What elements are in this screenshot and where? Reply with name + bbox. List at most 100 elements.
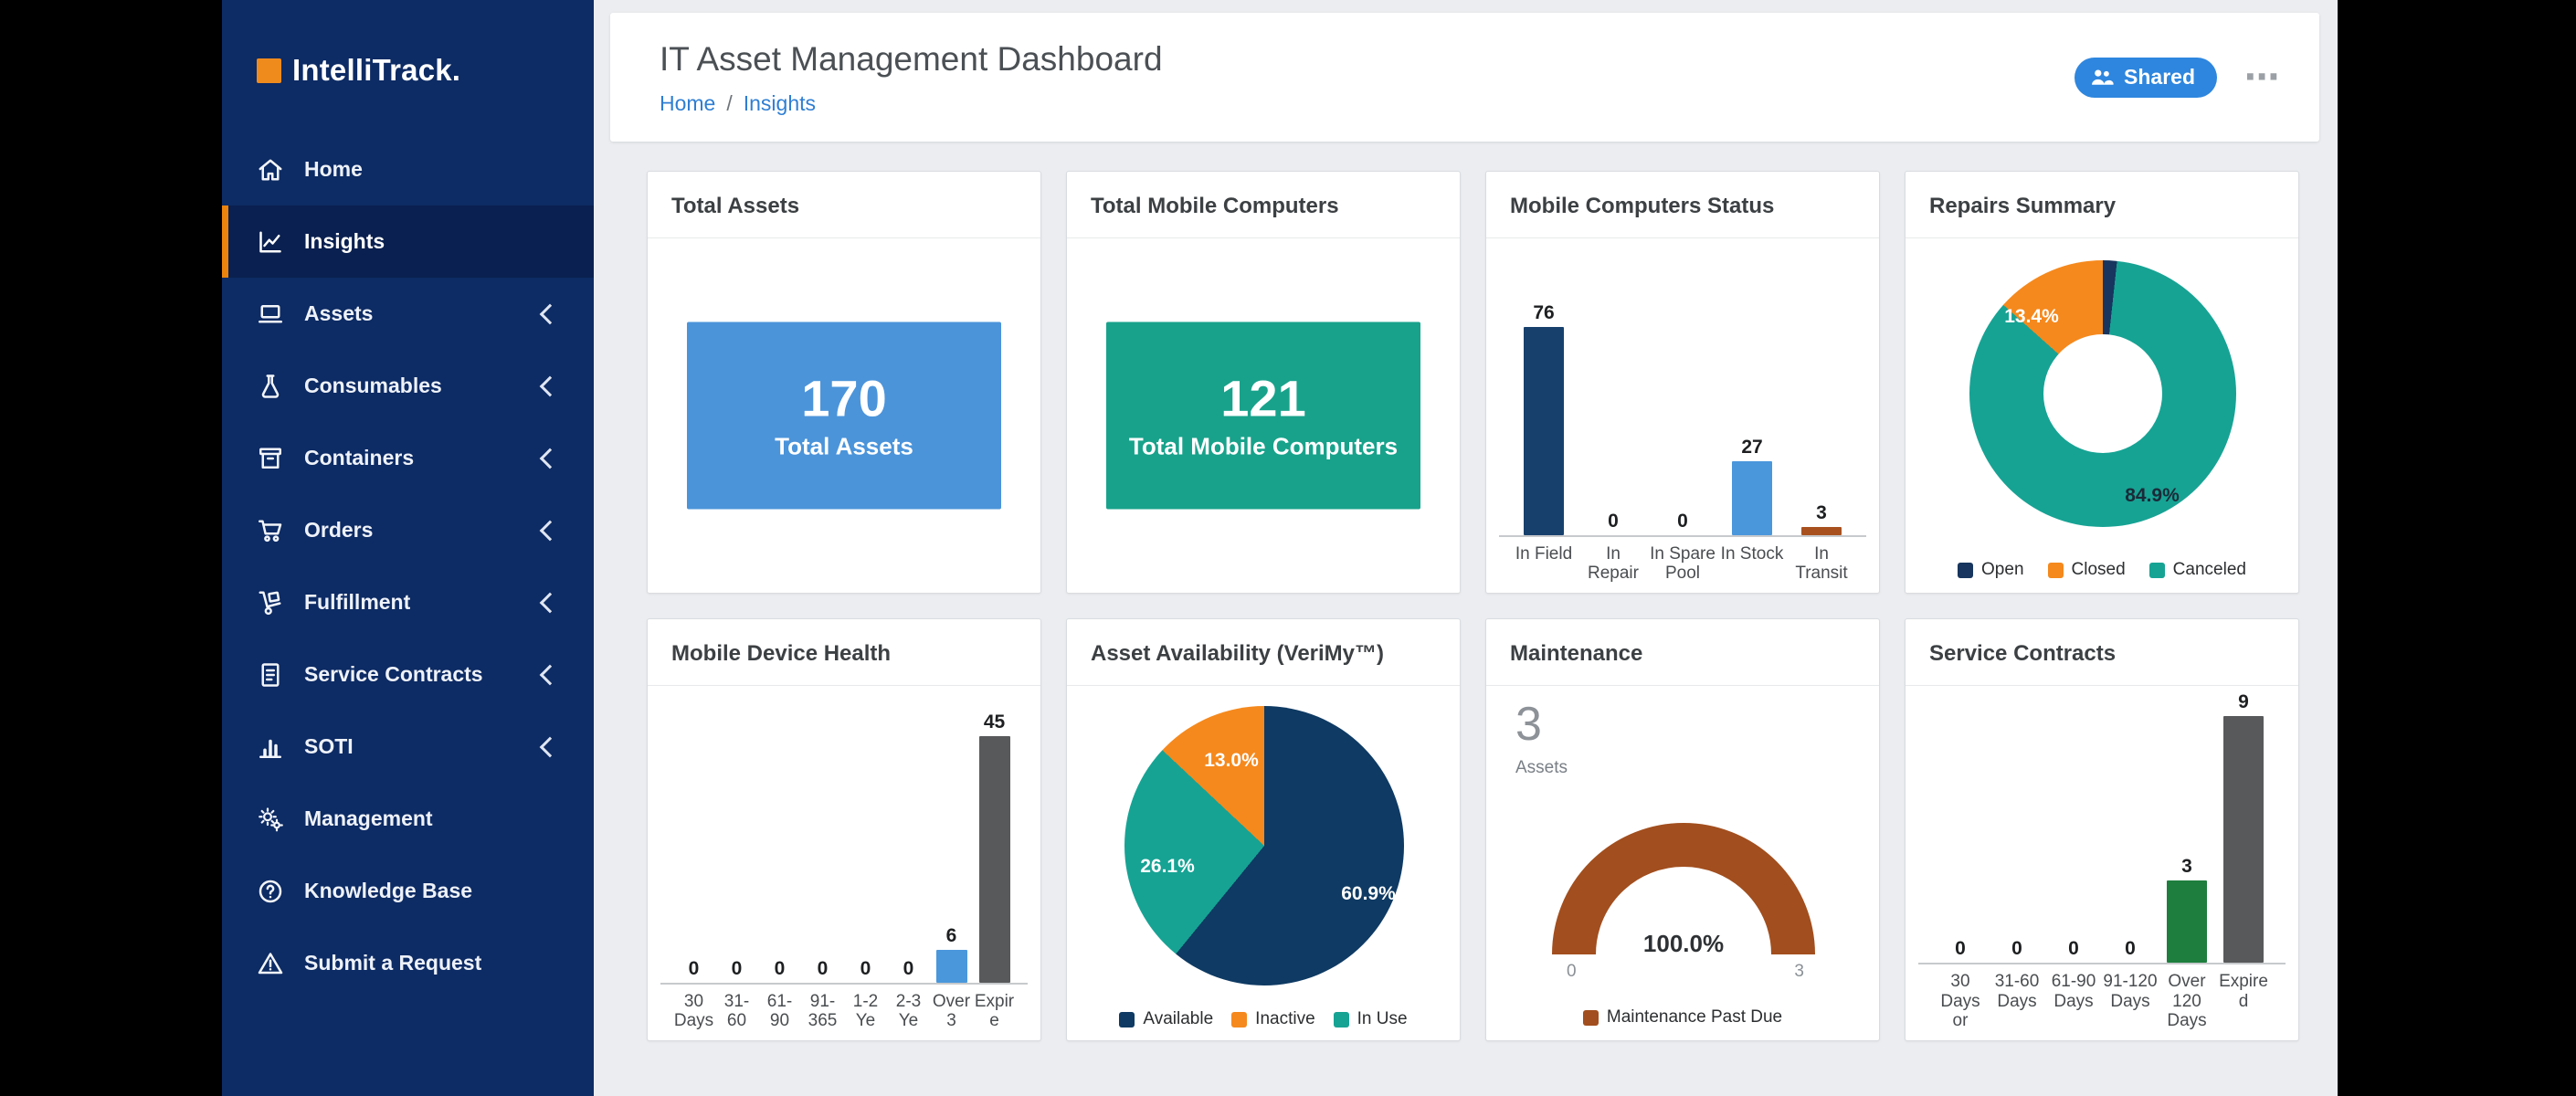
legend-item-closed[interactable]: Closed bbox=[2048, 560, 2126, 580]
bar-expired[interactable] bbox=[2223, 716, 2264, 963]
legend-label: Available bbox=[1143, 1009, 1213, 1029]
sidebar-item-label: Submit a Request bbox=[304, 951, 481, 975]
bar-value: 45 bbox=[984, 711, 1005, 733]
sidebar-item-submit-request[interactable]: Submit a Request bbox=[222, 927, 594, 999]
legend-label: Inactive bbox=[1255, 1009, 1314, 1029]
bar-over-120-days[interactable] bbox=[2167, 880, 2207, 963]
mobile-device-health-chart: 0 0 0 0 0 0 6 45 30 Days 31-60 61- bbox=[660, 709, 1028, 1031]
cart-icon bbox=[257, 517, 284, 544]
bar-in-transit[interactable] bbox=[1801, 527, 1842, 535]
breadcrumb: Home / Insights bbox=[660, 91, 2319, 116]
total-mobile-stat-box: 121 Total Mobile Computers bbox=[1106, 322, 1420, 510]
legend-swatch bbox=[1583, 1010, 1599, 1026]
maintenance-gauge[interactable]: 100.0% 0 3 bbox=[1552, 823, 1815, 954]
sidebar-item-fulfillment[interactable]: Fulfillment bbox=[222, 566, 594, 638]
repairs-donut-chart[interactable] bbox=[1969, 260, 2236, 527]
bar-value: 9 bbox=[2238, 691, 2249, 713]
dolly-icon bbox=[257, 589, 284, 616]
more-options-button[interactable]: ⋯ bbox=[2244, 68, 2279, 87]
x-axis-label: Over 3 bbox=[930, 985, 973, 1031]
bar-over-3[interactable] bbox=[936, 950, 967, 983]
shared-button-label: Shared bbox=[2124, 65, 2195, 90]
bar-value: 0 bbox=[2125, 938, 2136, 960]
people-icon bbox=[2089, 65, 2115, 90]
box-icon bbox=[257, 445, 284, 472]
total-assets-stat-box: 170 Total Assets bbox=[687, 322, 1001, 510]
bar-value: 27 bbox=[1741, 437, 1762, 458]
x-axis-label: In Field bbox=[1509, 537, 1578, 584]
legend-item-canceled[interactable]: Canceled bbox=[2149, 560, 2246, 580]
card-title: Total Mobile Computers bbox=[1067, 172, 1460, 238]
bar-expired[interactable] bbox=[979, 736, 1010, 983]
sidebar-item-assets[interactable]: Assets bbox=[222, 278, 594, 350]
maintenance-count-label: Assets bbox=[1515, 758, 1568, 778]
card-title: Asset Availability (VeriMy™) bbox=[1067, 619, 1460, 686]
legend-swatch bbox=[1231, 1012, 1247, 1028]
bar-in-field[interactable] bbox=[1524, 327, 1564, 535]
service-contracts-chart: 0 0 0 0 3 9 30 Days or 31-60 Days 61-90 … bbox=[1918, 689, 2286, 1031]
sidebar-item-label: Containers bbox=[304, 446, 414, 470]
sidebar-item-orders[interactable]: Orders bbox=[222, 494, 594, 566]
x-axis-label: In Repair bbox=[1578, 537, 1648, 584]
card-mobile-device-health: Mobile Device Health 0 0 0 0 0 0 6 45 bbox=[647, 618, 1041, 1041]
sidebar-item-service-contracts[interactable]: Service Contracts bbox=[222, 638, 594, 711]
legend-swatch bbox=[2048, 563, 2064, 578]
bar-value: 0 bbox=[903, 958, 914, 980]
sidebar-item-containers[interactable]: Containers bbox=[222, 422, 594, 494]
legend-item-inactive[interactable]: Inactive bbox=[1231, 1009, 1314, 1029]
bar-value: 0 bbox=[818, 958, 829, 980]
maintenance-count: 3 bbox=[1515, 699, 1568, 751]
brand-logo: IntelliTrack. bbox=[222, 0, 594, 124]
gauge-value: 100.0% bbox=[1552, 930, 1815, 958]
card-title: Mobile Computers Status bbox=[1486, 172, 1879, 238]
sidebar-item-label: Insights bbox=[304, 229, 385, 254]
x-axis-label: In Spare Pool bbox=[1648, 537, 1717, 584]
availability-pie-chart[interactable] bbox=[1124, 706, 1404, 985]
sidebar-item-insights[interactable]: Insights bbox=[222, 206, 594, 278]
chevron-left-icon bbox=[540, 448, 561, 469]
sidebar-item-knowledge-base[interactable]: Knowledge Base bbox=[222, 855, 594, 927]
sidebar-item-management[interactable]: Management bbox=[222, 783, 594, 855]
sidebar-nav: Home Insights Assets Consumables Contain… bbox=[222, 133, 594, 999]
shared-button[interactable]: Shared bbox=[2075, 58, 2217, 98]
sidebar-item-home[interactable]: Home bbox=[222, 133, 594, 206]
legend-label: Closed bbox=[2072, 560, 2126, 580]
sidebar-item-soti[interactable]: SOTI bbox=[222, 711, 594, 783]
x-axis-label: 30 Days bbox=[672, 985, 715, 1031]
legend-item-in-use[interactable]: In Use bbox=[1334, 1009, 1408, 1029]
legend-item-open[interactable]: Open bbox=[1958, 560, 2023, 580]
breadcrumb-home-link[interactable]: Home bbox=[660, 91, 715, 116]
gauge-min: 0 bbox=[1567, 962, 1577, 982]
x-axis-label: In Transit bbox=[1787, 537, 1856, 584]
repairs-legend: Open Closed Canceled bbox=[1906, 560, 2298, 580]
legend-item-available[interactable]: Available bbox=[1119, 1009, 1213, 1029]
bar-chart-icon bbox=[257, 733, 284, 761]
brand-logo-mark bbox=[257, 58, 281, 83]
bar-in-stock[interactable] bbox=[1732, 461, 1772, 535]
card-mobile-computers-status: Mobile Computers Status 76 0 0 27 3 In F… bbox=[1485, 171, 1880, 594]
card-repairs-summary: Repairs Summary 13.4% 84.9% Open Closed … bbox=[1905, 171, 2299, 594]
sidebar-item-consumables[interactable]: Consumables bbox=[222, 350, 594, 422]
line-chart-icon bbox=[257, 228, 284, 256]
chevron-left-icon bbox=[540, 592, 561, 613]
home-icon bbox=[257, 156, 284, 184]
x-axis-label: 91-365 bbox=[801, 985, 844, 1031]
total-assets-value: 170 bbox=[801, 371, 886, 427]
card-title: Service Contracts bbox=[1906, 619, 2298, 686]
bar-value: 0 bbox=[732, 958, 743, 980]
legend-label: Open bbox=[1981, 560, 2023, 580]
flask-icon bbox=[257, 373, 284, 400]
warning-triangle-icon bbox=[257, 950, 284, 977]
page-header: IT Asset Management Dashboard Home / Ins… bbox=[610, 13, 2319, 142]
card-total-assets: Total Assets 170 Total Assets bbox=[647, 171, 1041, 594]
legend-swatch bbox=[1334, 1012, 1349, 1028]
legend-item-maintenance-past-due[interactable]: Maintenance Past Due bbox=[1583, 1007, 1782, 1028]
breadcrumb-current-link[interactable]: Insights bbox=[744, 91, 816, 116]
bar-value: 3 bbox=[1816, 502, 1827, 524]
legend-swatch bbox=[1119, 1012, 1135, 1028]
bar-value: 6 bbox=[946, 925, 957, 947]
pie-label-available: 60.9% bbox=[1341, 883, 1396, 905]
laptop-icon bbox=[257, 300, 284, 328]
x-axis-label: 61-90 Days bbox=[2045, 964, 2102, 1031]
sidebar-item-label: Management bbox=[304, 806, 433, 831]
